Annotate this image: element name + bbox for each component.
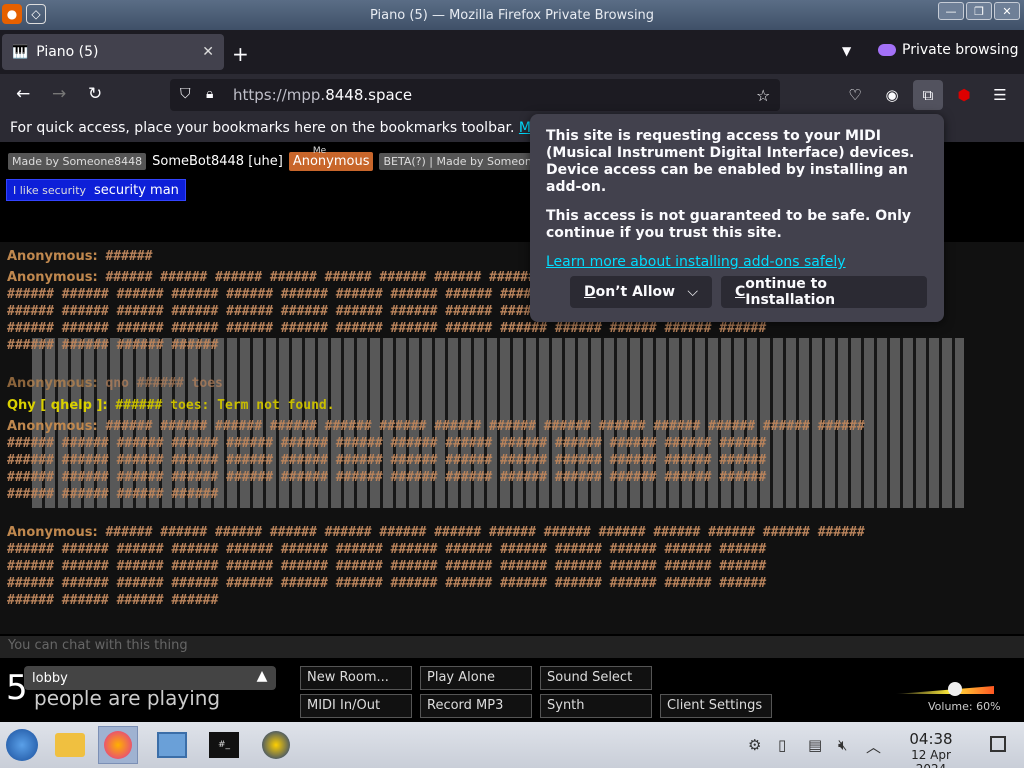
tab-title: Piano (5) <box>36 44 99 60</box>
volume-label: Volume: 60% <box>928 700 1001 713</box>
user-name: security man <box>94 182 179 198</box>
menu-icon[interactable]: ☰ <box>989 84 1011 106</box>
clock-time: 04:38 <box>909 730 953 748</box>
window-titlebar: ● ◇ Piano (5) — Mozilla Firefox Private … <box>0 0 1024 30</box>
network-icon[interactable]: ⚙ <box>748 736 761 754</box>
maximize-button[interactable]: ❐ <box>966 2 992 20</box>
taskbar: #_ ⚙ ▯ ▤ 🔇︎ ︿ 04:38 12 Apr 2024 <box>0 722 1024 768</box>
show-desktop-button[interactable] <box>990 736 1006 752</box>
volume-track <box>896 686 994 694</box>
room-name: lobby <box>32 670 68 686</box>
bookmarks-hint: For quick access, place your bookmarks h… <box>10 120 515 136</box>
user-anonymous-me[interactable]: Me Anonymous <box>288 146 374 171</box>
new-room-button[interactable]: New Room... <box>300 666 412 690</box>
bottom-controls: 5 people are playing lobby ▲ New Room...… <box>0 658 1024 722</box>
close-tab-icon[interactable]: ✕ <box>202 44 214 60</box>
account-icon[interactable]: ◉ <box>881 84 903 106</box>
room-selector[interactable]: lobby ▲ <box>24 666 276 690</box>
sound-select-button[interactable]: Sound Select <box>540 666 652 690</box>
synth-button[interactable]: Synth <box>540 694 652 718</box>
window-title: Piano (5) — Mozilla Firefox Private Brow… <box>369 7 655 23</box>
user-list: Made by Someone8448 SomeBot8448 [uhe] Me… <box>8 146 571 171</box>
tab-piano[interactable]: 🎹 Piano (5) ✕ <box>2 34 224 70</box>
ublock-icon[interactable]: ⬢ <box>953 84 975 106</box>
dont-allow-button[interactable]: Don’t Allow ⌵ <box>570 276 712 308</box>
chat-message: Anonymous: ###### ###### ###### ###### #… <box>7 419 865 502</box>
chat-message: Qhy [ qhelp ]: ###### toes: Term not fou… <box>7 398 335 413</box>
control-panel-icon[interactable] <box>152 726 192 764</box>
user-tag: Made by Someone8448 <box>8 153 147 170</box>
close-window-button[interactable]: ✕ <box>994 2 1020 20</box>
play-alone-button[interactable]: Play Alone <box>420 666 532 690</box>
popup-warning: This access is not guaranteed to be safe… <box>546 208 912 241</box>
folder-icon[interactable] <box>50 726 90 764</box>
continue-installation-button[interactable]: Continue to Installation <box>721 276 927 308</box>
lock-icon[interactable]: 🔒︎ <box>206 86 213 102</box>
private-browsing-indicator: Private browsing <box>878 42 1019 58</box>
terminal-icon[interactable]: #_ <box>204 726 244 764</box>
firefox-icon[interactable]: ● <box>2 4 22 24</box>
url-text[interactable]: https://mpp.8448.space <box>233 86 412 104</box>
chat-input[interactable]: You can chat with this thing <box>0 636 1024 658</box>
settings-gear-icon[interactable] <box>256 726 296 764</box>
url-bar[interactable]: ⛉ 🔒︎ https://mpp.8448.space ☆ <box>170 79 780 111</box>
new-tab-button[interactable]: + <box>232 42 249 66</box>
minimize-button[interactable]: — <box>938 2 964 20</box>
start-icon <box>6 729 38 761</box>
clock[interactable]: 04:38 12 Apr 2024 <box>896 730 966 768</box>
clipboard-icon[interactable]: ▤ <box>808 736 822 754</box>
midi-button[interactable]: MIDI In/Out <box>300 694 412 718</box>
extensions-icon[interactable]: ⧉ <box>913 80 943 110</box>
learn-more-link[interactable]: Learn more about installing add-ons safe… <box>546 254 846 270</box>
private-mask-icon <box>878 44 896 56</box>
chat-message: Anonymous: qno ###### toes <box>7 376 223 391</box>
clock-date: 12 Apr 2024 <box>911 748 951 768</box>
pocket-icon[interactable]: ♡ <box>844 84 866 106</box>
volume-muted-icon[interactable]: 🔇︎ <box>838 736 847 754</box>
client-settings-button[interactable]: Client Settings <box>660 694 772 718</box>
popup-message: This site is requesting access to your M… <box>546 128 915 195</box>
nav-bar: ← → ↻ ⛉ 🔒︎ https://mpp.8448.space ☆ ♡ ◉ … <box>0 74 1024 116</box>
volume-knob[interactable] <box>947 682 962 696</box>
chevron-down-icon[interactable]: ⌵ <box>687 284 698 300</box>
back-icon[interactable]: ← <box>16 84 30 104</box>
piano-icon: 🎹 <box>12 44 29 60</box>
user-tag: I like security <box>13 183 87 197</box>
firefox-taskbar-icon[interactable] <box>98 726 138 764</box>
chevron-down-icon[interactable]: ▼ <box>842 44 851 58</box>
me-label: Me <box>312 146 327 156</box>
volume-slider[interactable] <box>896 682 994 696</box>
tab-bar: 🎹 Piano (5) ✕ + ▼ Private browsing <box>0 30 1024 74</box>
record-mp3-button[interactable]: Record MP3 <box>420 694 532 718</box>
start-button[interactable] <box>2 726 42 764</box>
user-security-man[interactable]: I like security security man <box>6 179 186 201</box>
window-menu-icon[interactable]: ◇ <box>26 4 46 24</box>
midi-permission-popup: This site is requesting access to your M… <box>530 114 944 322</box>
reload-icon[interactable]: ↻ <box>88 84 102 104</box>
forward-icon[interactable]: → <box>52 84 66 104</box>
bookmark-star-icon[interactable]: ☆ <box>756 86 770 105</box>
shield-icon[interactable]: ⛉ <box>180 86 191 102</box>
user-name[interactable]: SomeBot8448 [uhe] <box>152 154 283 169</box>
room-expand-icon[interactable]: ▲ <box>252 668 272 688</box>
tray-expand-icon[interactable]: ︿ <box>866 736 881 757</box>
usb-icon[interactable]: ▯ <box>778 736 786 754</box>
chat-message: Anonymous: ###### ###### ###### ###### #… <box>7 525 865 608</box>
private-label: Private browsing <box>902 42 1019 58</box>
